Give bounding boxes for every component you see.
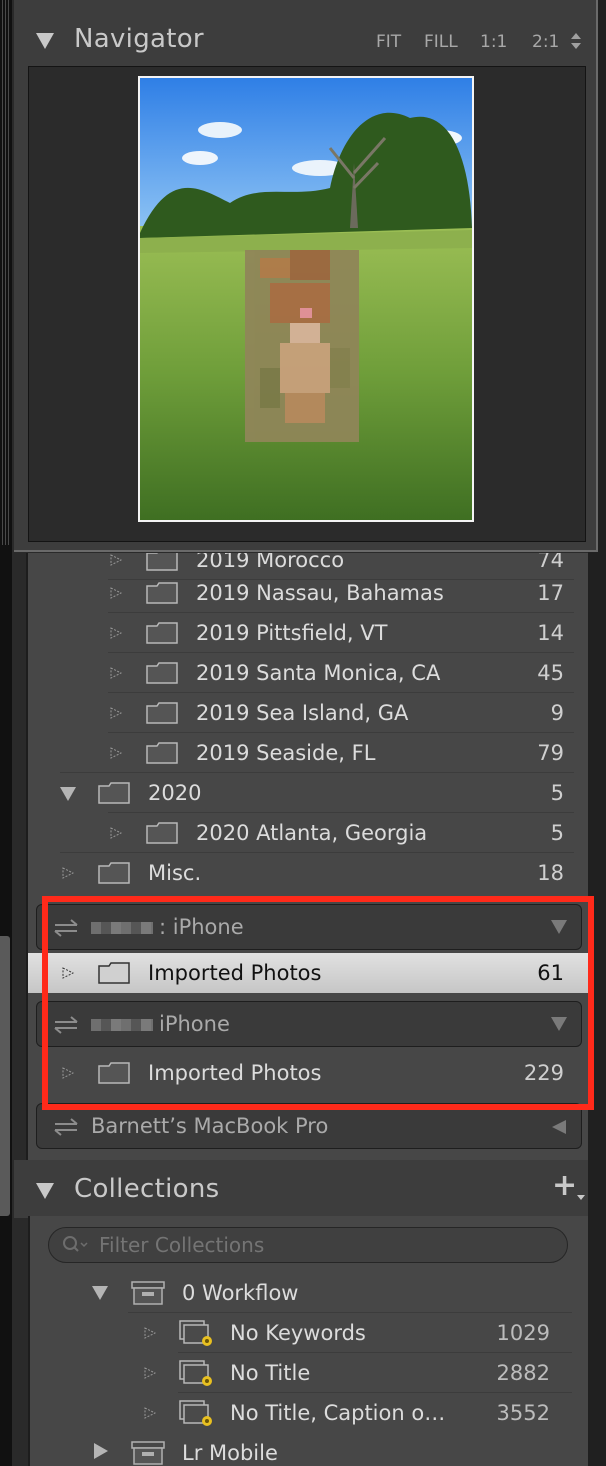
folder-count: 17 xyxy=(537,581,564,605)
expand-arrow-icon[interactable] xyxy=(62,867,74,879)
expand-arrow-icon[interactable] xyxy=(144,1407,156,1419)
folder-row[interactable]: 2019 Santa Monica, CA 45 xyxy=(28,653,588,693)
pixelated-dog xyxy=(245,250,359,442)
folder-row[interactable]: 2020 Atlanta, Georgia 5 xyxy=(28,813,588,853)
folder-name: 2019 Seaside, FL xyxy=(196,741,376,765)
panel-scroll-handle[interactable] xyxy=(0,936,10,1216)
folder-icon xyxy=(146,662,178,684)
collection-count: 3552 xyxy=(496,1401,550,1425)
add-menu-chevron-icon[interactable] xyxy=(576,1194,586,1202)
collection-name: Lr Mobile xyxy=(182,1441,278,1465)
folder-icon xyxy=(146,582,178,604)
collection-count: 2882 xyxy=(496,1361,550,1385)
expand-arrow-icon[interactable] xyxy=(144,1327,156,1339)
folder-icon xyxy=(146,822,178,844)
search-icon[interactable] xyxy=(62,1235,88,1255)
folder-name: 2019 Sea Island, GA xyxy=(196,701,409,725)
zoom-2to1-button[interactable]: 2:1 xyxy=(532,32,559,52)
smart-collection-row[interactable]: No Keywords 1029 xyxy=(28,1313,588,1353)
zoom-fit-button[interactable]: FIT xyxy=(376,32,401,52)
folder-name: 2020 Atlanta, Georgia xyxy=(196,821,428,845)
smart-collection-row[interactable]: No Title 2882 xyxy=(28,1353,588,1393)
expand-arrow-icon[interactable] xyxy=(110,827,122,839)
expand-arrow-icon[interactable] xyxy=(110,667,122,679)
collection-name: No Title xyxy=(230,1361,311,1385)
expand-arrow-icon[interactable] xyxy=(110,707,122,719)
collection-set-icon xyxy=(131,1281,165,1305)
folder-count: 5 xyxy=(550,781,564,805)
folder-row[interactable]: Misc. 18 xyxy=(28,853,588,893)
folder-name: 2019 Nassau, Bahamas xyxy=(196,581,444,605)
smart-collection-row[interactable]: No Title, Caption o… 3552 xyxy=(28,1393,588,1433)
navigator-title: Navigator xyxy=(74,24,204,54)
expand-arrow-icon[interactable] xyxy=(144,1367,156,1379)
collection-name: No Title, Caption o… xyxy=(230,1401,446,1425)
expand-arrow-icon[interactable] xyxy=(110,627,122,639)
folder-count: 14 xyxy=(537,621,564,645)
folder-icon xyxy=(146,742,178,764)
collections-header[interactable]: Collections + xyxy=(14,1160,588,1218)
folder-count: 74 xyxy=(537,553,564,572)
folder-row[interactable]: 2020 5 xyxy=(28,773,588,813)
folder-row[interactable]: 2019 Pittsfield, VT 14 xyxy=(28,613,588,653)
navigator-collapse-icon[interactable] xyxy=(36,33,54,49)
folder-row[interactable]: 2019 Nassau, Bahamas 17 xyxy=(28,573,588,613)
zoom-fill-button[interactable]: FILL xyxy=(424,32,458,52)
collection-name: No Keywords xyxy=(230,1321,366,1345)
folder-row[interactable]: 2019 Sea Island, GA 9 xyxy=(28,693,588,733)
folder-count: 5 xyxy=(550,821,564,845)
collection-set-row[interactable]: Lr Mobile xyxy=(28,1433,588,1466)
folder-name: 2020 xyxy=(148,781,202,805)
collections-title: Collections xyxy=(74,1174,220,1204)
folder-icon xyxy=(146,622,178,644)
collection-name: 0 Workflow xyxy=(182,1281,299,1305)
zoom-stepper-icon[interactable] xyxy=(570,31,582,51)
volume-sync-icon xyxy=(54,1118,78,1136)
expand-arrow-icon[interactable] xyxy=(110,554,122,566)
collection-count: 1029 xyxy=(496,1321,550,1345)
folder-count: 45 xyxy=(537,661,564,685)
expand-arrow-icon[interactable] xyxy=(110,587,122,599)
folder-count: 18 xyxy=(537,861,564,885)
collapse-arrow-icon[interactable] xyxy=(60,787,76,801)
folder-name: Misc. xyxy=(148,861,202,885)
collection-set-icon xyxy=(131,1441,165,1465)
filter-collections-input[interactable] xyxy=(48,1227,568,1263)
folder-icon xyxy=(146,702,178,724)
smart-collection-icon xyxy=(179,1360,212,1386)
folder-row[interactable]: 2019 Seaside, FL 79 xyxy=(28,733,588,773)
zoom-1to1-button[interactable]: 1:1 xyxy=(480,32,507,52)
highlight-annotation xyxy=(42,896,594,1110)
expand-arrow-icon[interactable] xyxy=(110,747,122,759)
folder-count: 79 xyxy=(537,741,564,765)
folder-icon xyxy=(146,553,178,571)
add-collection-button[interactable]: + xyxy=(552,1168,577,1203)
collection-set-row[interactable]: 0 Workflow xyxy=(28,1273,588,1313)
volume-expand-icon[interactable] xyxy=(551,1119,567,1135)
window-left-edge xyxy=(0,0,12,1466)
collections-collapse-icon[interactable] xyxy=(36,1183,54,1199)
smart-collection-icon xyxy=(179,1320,212,1346)
expand-arrow-icon[interactable] xyxy=(94,1443,108,1459)
volume-name: Barnett’s MacBook Pro xyxy=(91,1114,329,1138)
folder-name: 2019 Morocco xyxy=(196,553,345,572)
folder-icon xyxy=(98,782,130,804)
folder-count: 9 xyxy=(550,701,564,725)
smart-collection-icon xyxy=(179,1400,212,1426)
folder-name: 2019 Santa Monica, CA xyxy=(196,661,441,685)
folder-icon xyxy=(98,862,130,884)
collapse-arrow-icon[interactable] xyxy=(92,1286,108,1300)
folder-name: 2019 Pittsfield, VT xyxy=(196,621,388,645)
navigator-preview-image[interactable] xyxy=(138,76,474,522)
